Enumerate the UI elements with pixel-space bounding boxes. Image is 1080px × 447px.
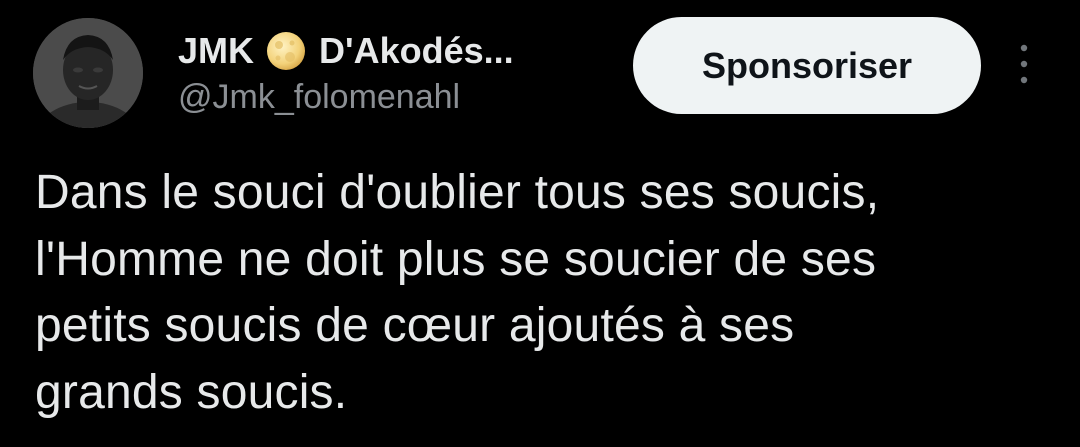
post-text-line: l'Homme ne doit plus se soucier de ses — [35, 232, 877, 286]
vertical-ellipsis-icon[interactable] — [1012, 42, 1036, 86]
post-text-line: grands soucis. — [35, 365, 348, 419]
post-text: Dans le souci d'oublier tous ses soucis,… — [35, 160, 1045, 426]
sponsor-button[interactable]: Sponsoriser — [633, 17, 981, 114]
avatar-photo-icon — [33, 18, 143, 128]
author-name-second: D'Akodés... — [319, 30, 514, 71]
author-handle[interactable]: @Jmk_folomenahl — [178, 80, 460, 114]
post-text-line: petits soucis de cœur ajoutés à ses — [35, 299, 795, 352]
author-avatar[interactable] — [33, 18, 143, 128]
post-text-line: Dans le souci d'oublier tous ses soucis, — [35, 166, 880, 219]
full-moon-icon — [266, 31, 306, 71]
author-name-first: JMK — [178, 30, 255, 71]
author-name-row[interactable]: JMK D'Akodés... — [178, 26, 514, 76]
